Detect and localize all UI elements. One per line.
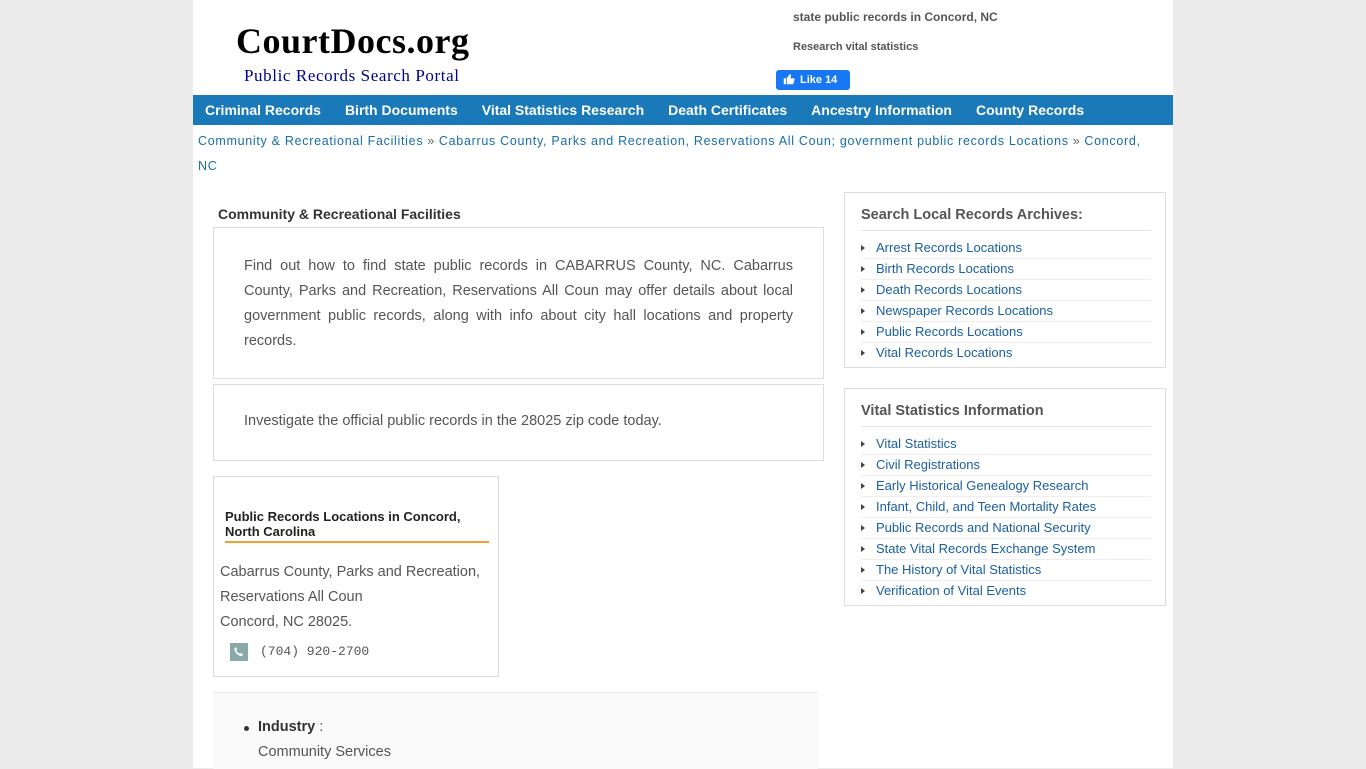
archives-link[interactable]: Birth Records Locations bbox=[876, 261, 1014, 276]
industry-panel: Industry : Community Services bbox=[213, 692, 818, 769]
address-line-3: Concord, NC 28025. bbox=[220, 614, 353, 630]
archives-link[interactable]: Death Records Locations bbox=[876, 282, 1022, 297]
vital-link-item[interactable]: State Vital Records Exchange System bbox=[861, 539, 1151, 560]
vital-link[interactable]: Early Historical Genealogy Research bbox=[876, 478, 1088, 493]
vital-link[interactable]: Civil Registrations bbox=[876, 457, 980, 472]
archives-link-item[interactable]: Birth Records Locations bbox=[861, 259, 1151, 280]
vital-title: Vital Statistics Information bbox=[861, 403, 1151, 427]
vital-link[interactable]: The History of Vital Statistics bbox=[876, 562, 1041, 577]
archives-link-item[interactable]: Arrest Records Locations bbox=[861, 238, 1151, 259]
breadcrumb-link-category[interactable]: Community & Recreational Facilities bbox=[198, 134, 423, 148]
industry-item: Industry : Community Services bbox=[244, 715, 391, 765]
archives-title: Search Local Records Archives: bbox=[861, 207, 1151, 231]
vital-link-item[interactable]: Vital Statistics bbox=[861, 434, 1151, 455]
site-logo-title[interactable]: CourtDocs.org bbox=[236, 20, 469, 62]
nav-item-criminal-records[interactable]: Criminal Records bbox=[193, 95, 333, 125]
breadcrumb-link-facility[interactable]: Cabarrus County, Parks and Recreation, R… bbox=[439, 134, 1069, 148]
vital-link[interactable]: Vital Statistics bbox=[876, 436, 957, 451]
vital-link-item[interactable]: Verification of Vital Events bbox=[861, 581, 1151, 601]
section-title: Community & Recreational Facilities bbox=[218, 206, 461, 222]
vital-link-item[interactable]: The History of Vital Statistics bbox=[861, 560, 1151, 581]
archives-link-item[interactable]: Death Records Locations bbox=[861, 280, 1151, 301]
archives-link[interactable]: Public Records Locations bbox=[876, 324, 1023, 339]
intro-text: Find out how to find state public record… bbox=[244, 258, 793, 349]
header-tagline-1: state public records in Concord, NC bbox=[793, 10, 998, 24]
vital-link-item[interactable]: Infant, Child, and Teen Mortality Rates bbox=[861, 497, 1151, 518]
site-logo-subtitle: Public Records Search Portal bbox=[244, 66, 460, 85]
breadcrumb-separator: » bbox=[427, 134, 435, 148]
archives-link[interactable]: Arrest Records Locations bbox=[876, 240, 1022, 255]
nav-item-ancestry-information[interactable]: Ancestry Information bbox=[799, 95, 964, 125]
nav-item-death-certificates[interactable]: Death Certificates bbox=[656, 95, 799, 125]
facebook-like-label: Like 14 bbox=[800, 74, 838, 86]
archives-link-item[interactable]: Vital Records Locations bbox=[861, 343, 1151, 363]
vital-link[interactable]: Public Records and National Security bbox=[876, 520, 1091, 535]
nav-item-birth-documents[interactable]: Birth Documents bbox=[333, 95, 470, 125]
vital-link[interactable]: Infant, Child, and Teen Mortality Rates bbox=[876, 499, 1096, 514]
archives-sidebar-box: Search Local Records Archives: Arrest Re… bbox=[844, 192, 1166, 368]
breadcrumb: Community & Recreational Facilities» Caba… bbox=[198, 129, 1163, 179]
vital-link[interactable]: Verification of Vital Events bbox=[876, 583, 1026, 598]
nav-item-county-records[interactable]: County Records bbox=[964, 95, 1096, 125]
archives-link-item[interactable]: Public Records Locations bbox=[861, 322, 1151, 343]
industry-value: Community Services bbox=[258, 744, 391, 760]
breadcrumb-separator: » bbox=[1072, 134, 1081, 148]
header-tagline-2: Research vital statistics bbox=[793, 41, 919, 53]
vital-link[interactable]: State Vital Records Exchange System bbox=[876, 541, 1095, 556]
facebook-like-button[interactable]: Like 14 bbox=[776, 70, 850, 90]
phone-icon bbox=[230, 643, 248, 661]
intro-box: Find out how to find state public record… bbox=[213, 227, 824, 379]
location-card: Public Records Locations in Concord, Nor… bbox=[213, 476, 499, 677]
vital-link-item[interactable]: Public Records and National Security bbox=[861, 518, 1151, 539]
archives-link-list: Arrest Records Locations Birth Records L… bbox=[861, 238, 1151, 363]
zip-box: Investigate the official public records … bbox=[213, 384, 824, 461]
page-container: CourtDocs.org Public Records Search Port… bbox=[193, 0, 1173, 769]
location-card-title: Public Records Locations in Concord, Nor… bbox=[225, 509, 489, 543]
vital-link-item[interactable]: Early Historical Genealogy Research bbox=[861, 476, 1151, 497]
archives-link[interactable]: Newspaper Records Locations bbox=[876, 303, 1053, 318]
phone-number[interactable]: (704) 920-2700 bbox=[260, 644, 369, 659]
vital-link-list: Vital Statistics Civil Registrations Ear… bbox=[861, 434, 1151, 601]
address-line-1: Cabarrus County, Parks and Recreation, bbox=[220, 564, 481, 580]
vital-link-item[interactable]: Civil Registrations bbox=[861, 455, 1151, 476]
industry-label: Industry bbox=[258, 719, 316, 735]
main-nav: Criminal Records Birth Documents Vital S… bbox=[193, 95, 1173, 125]
location-address: Cabarrus County, Parks and Recreation, R… bbox=[220, 560, 480, 635]
industry-list: Industry : Community Services bbox=[244, 715, 391, 765]
address-line-2: Reservations All Coun bbox=[220, 589, 363, 605]
zip-text: Investigate the official public records … bbox=[244, 413, 662, 429]
archives-link[interactable]: Vital Records Locations bbox=[876, 345, 1012, 360]
industry-separator: : bbox=[315, 719, 324, 735]
nav-item-vital-statistics-research[interactable]: Vital Statistics Research bbox=[470, 95, 656, 125]
vital-sidebar-box: Vital Statistics Information Vital Stati… bbox=[844, 388, 1166, 606]
thumbs-up-icon bbox=[783, 73, 795, 88]
archives-link-item[interactable]: Newspaper Records Locations bbox=[861, 301, 1151, 322]
